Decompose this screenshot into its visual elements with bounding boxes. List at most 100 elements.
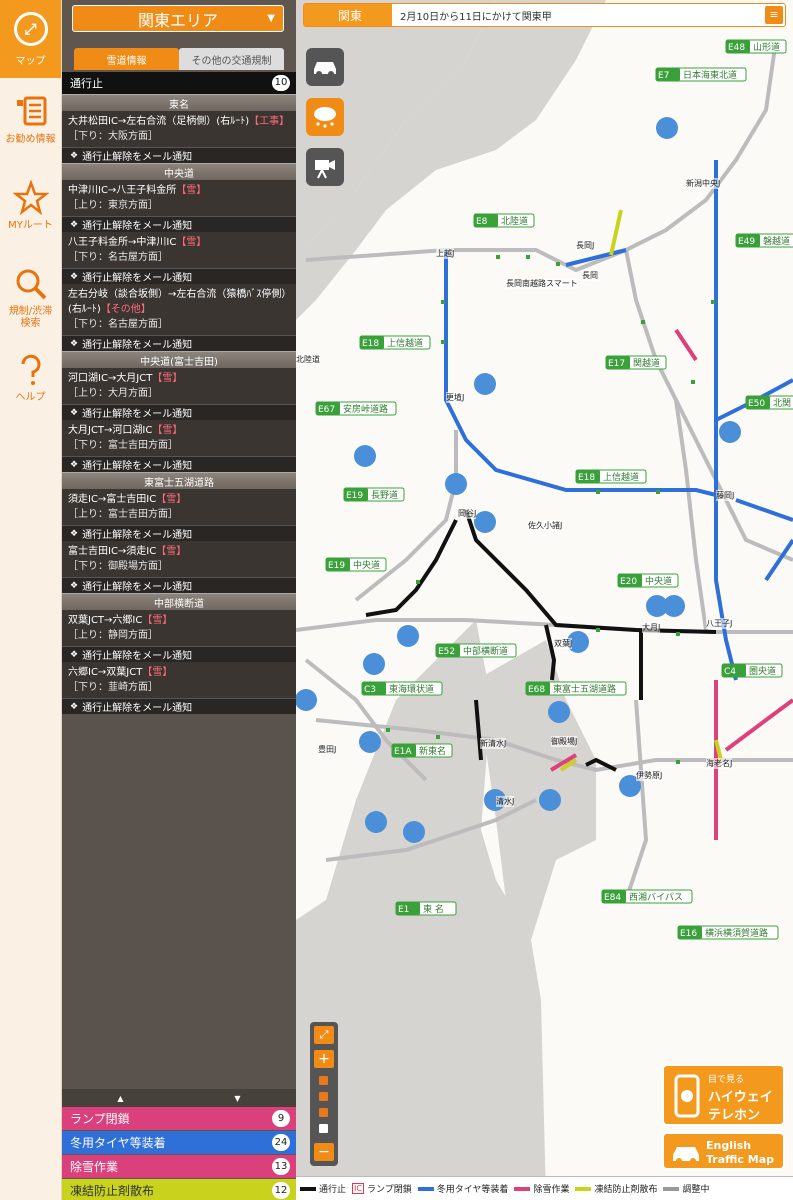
closure-entry[interactable]: 大井松田IC→左右合流（足柄側）(右ﾙｰﾄ)【工事】 ［下り：大阪方面］ [62, 111, 296, 148]
car-mode-button[interactable] [306, 48, 344, 86]
announcement-text: 2月10日から11日にかけて関東甲 [400, 11, 552, 23]
route-label-badge[interactable]: E19 長野道 [343, 487, 405, 502]
zoom-out-button[interactable]: − [314, 1143, 334, 1161]
route-code: E18 [578, 473, 595, 483]
route-code: E19 [346, 491, 363, 501]
closure-header[interactable]: 通行止 10 [62, 72, 296, 94]
route-label-badge[interactable]: C4 圏央道 [721, 663, 783, 678]
tab-snow-info[interactable]: 雪道情報 [74, 48, 179, 70]
route-label-badge[interactable]: E1A 新東名 [391, 743, 453, 758]
notify-icon: ❖ [70, 338, 79, 349]
closure-entry[interactable]: 八王子料金所→中津川IC【雪】 ［下り：名古屋方面］ [62, 232, 296, 269]
route-name: 長野道 [371, 489, 398, 501]
route-label-badge[interactable]: E50 北関 [745, 395, 793, 410]
english-traffic-map-button[interactable]: English Traffic Map [662, 1132, 785, 1170]
expand-icon[interactable]: ⤢ [314, 1026, 334, 1044]
route-label-badge[interactable]: E7 日本海東北道 [655, 67, 747, 82]
closure-entry[interactable]: 六郷IC→双葉JCT【雪】 ［下り：韮崎方面］ [62, 662, 296, 699]
route-code: E20 [620, 577, 637, 587]
mail-notify-link[interactable]: ❖ 通行止解除をメール通知 [62, 699, 296, 714]
mail-notify-link[interactable]: ❖ 通行止解除をメール通知 [62, 336, 296, 351]
mail-notify-link[interactable]: ❖ 通行止解除をメール通知 [62, 217, 296, 232]
route-name: 西湘バイパス [629, 891, 683, 903]
mail-notify-link[interactable]: ❖ 通行止解除をメール通知 [62, 578, 296, 593]
camera-mode-button[interactable] [306, 148, 344, 186]
closure-entry[interactable]: 富士吉田IC→須走IC【雪】 ［下り：御殿場方面］ [62, 541, 296, 578]
route-label-badge[interactable]: E48 山形道 [725, 39, 787, 54]
legend-label: 冬用タイヤ等装着 [436, 1185, 509, 1195]
tab-other-regulations[interactable]: その他の交通規制 [179, 48, 284, 70]
route-label-badge[interactable]: E1 東 名 [395, 901, 457, 916]
route-label-badge[interactable]: E84 西湘バイパス [601, 889, 693, 904]
mail-notify-link[interactable]: ❖ 通行止解除をメール通知 [62, 269, 296, 284]
closure-route: 須走IC→富士吉田IC [68, 494, 157, 505]
mail-notify-link[interactable]: ❖ 通行止解除をメール通知 [62, 457, 296, 472]
route-name: 中央道 [645, 575, 672, 587]
place-label: 岡谷J [458, 508, 477, 519]
route-label-badge[interactable]: E49 磐越道 [735, 233, 793, 248]
closure-direction: ［下り：韮崎方面］ [68, 682, 158, 693]
closure-entry[interactable]: 双葉JCT→六郷IC【雪】 ［上り：静岡方面］ [62, 610, 296, 647]
closure-entry[interactable]: 大月JCT→河口湖IC【雪】 ［下り：富士吉田方面］ [62, 420, 296, 457]
legend-item: 除雪作業 [514, 1182, 569, 1195]
route-name: 磐越道 [763, 235, 790, 247]
mail-notify-label: 通行止解除をメール通知 [82, 273, 193, 284]
legend-row-antifreeze[interactable]: 凍結防止剤散布 12 [62, 1179, 296, 1200]
closure-entry[interactable]: 河口湖IC→大月JCT【雪】 ［上り：大月方面］ [62, 368, 296, 405]
legend-label: 通行止 [319, 1185, 347, 1195]
nav-item-recommend[interactable]: お勧め情報 [0, 78, 61, 164]
legend-row-winter-tires[interactable]: 冬用タイヤ等装着 24 [62, 1131, 296, 1154]
route-label-badge[interactable]: E67 安房峠道路 [315, 401, 397, 416]
zoom-level-step[interactable] [319, 1076, 328, 1085]
nav-item-myroute[interactable]: MYルート [0, 164, 61, 250]
legend-swatch [663, 1186, 680, 1191]
closure-direction: ［下り：御殿場方面］ [68, 561, 168, 572]
route-label-badge[interactable]: E18 上信越道 [359, 335, 431, 350]
route-label-badge[interactable]: E17 関越道 [605, 355, 667, 370]
zoom-level-current[interactable] [319, 1124, 328, 1133]
scroll-up-button[interactable]: ▲ [117, 1094, 123, 1103]
route-name: 中部横断道 [463, 645, 508, 657]
route-label-badge[interactable]: E19 中央道 [325, 557, 387, 572]
route-name: 山形道 [753, 41, 780, 53]
closure-entry[interactable]: 須走IC→富士吉田IC【雪】 ［上り：富士吉田方面］ [62, 489, 296, 526]
announcement-bar[interactable]: 関東 2月10日から11日にかけて関東甲 ≡ [303, 3, 786, 27]
route-label-badge[interactable]: E18 上信越道 [575, 469, 647, 484]
scroll-down-button[interactable]: ▼ [234, 1094, 240, 1103]
nav-map-tab[interactable]: ⤢ マップ [0, 0, 61, 78]
route-code: E68 [528, 685, 545, 695]
zoom-level-step[interactable] [319, 1108, 328, 1117]
route-code: E67 [318, 405, 335, 415]
legend-row-ramp-closure[interactable]: ランプ閉鎖 9 [62, 1107, 296, 1130]
route-label-badge[interactable]: E52 中部横断道 [435, 643, 517, 658]
route-label-badge[interactable]: E8 北陸道 [473, 213, 535, 228]
route-label-badge[interactable]: E16 横浜横須賀道路 [677, 925, 779, 940]
nav-item-search[interactable]: 規制/渋滞 検索 [0, 250, 61, 336]
route-label-badge[interactable]: C3 東海環状道 [361, 681, 443, 696]
mail-notify-link[interactable]: ❖ 通行止解除をメール通知 [62, 148, 296, 163]
traffic-map[interactable]: E48 山形道 E7 日本海東北道 E8 北陸道 E49 磐越道 E18 上信越道 E17 関越道 E5… [296, 0, 793, 1200]
route-label-badge[interactable]: E20 中央道 [617, 573, 679, 588]
nav-item-help[interactable]: ヘルプ [0, 336, 61, 422]
place-label: 長岡南越路スマート [506, 278, 578, 289]
closure-entry[interactable]: 左右分岐（談合坂側）→左右合流（猿橋ﾊﾞｽ停側）(右ﾙｰﾄ)【その他】 ［下り：名… [62, 284, 296, 336]
highway-telephone-button[interactable]: 目で見る ハイウェイ テレホン [662, 1064, 785, 1126]
notify-icon: ❖ [70, 528, 79, 539]
legend-row-count: 13 [272, 1158, 290, 1175]
road-group-header: 東名 [62, 94, 296, 111]
road-group-header: 東富士五湖道路 [62, 472, 296, 489]
area-select[interactable]: 関東エリア ▼ [72, 5, 284, 32]
route-label-badge[interactable]: E68 東富士五湖道路 [525, 681, 627, 696]
mail-notify-link[interactable]: ❖ 通行止解除をメール通知 [62, 526, 296, 541]
closure-direction: ［下り：富士吉田方面］ [68, 440, 178, 451]
mail-notify-link[interactable]: ❖ 通行止解除をメール通知 [62, 647, 296, 662]
zoom-in-button[interactable]: + [314, 1050, 334, 1068]
legend-row-snow-removal[interactable]: 除雪作業 13 [62, 1155, 296, 1178]
zoom-level-step[interactable] [319, 1092, 328, 1101]
menu-icon[interactable]: ≡ [765, 6, 783, 24]
closure-entry[interactable]: 中津川IC→八王子料金所【雪】 ［上り：東京方面］ [62, 180, 296, 217]
place-label: 豊田J [318, 744, 337, 755]
mail-notify-link[interactable]: ❖ 通行止解除をメール通知 [62, 405, 296, 420]
chevron-down-icon: ▼ [267, 13, 275, 24]
weather-mode-button[interactable] [306, 98, 344, 136]
